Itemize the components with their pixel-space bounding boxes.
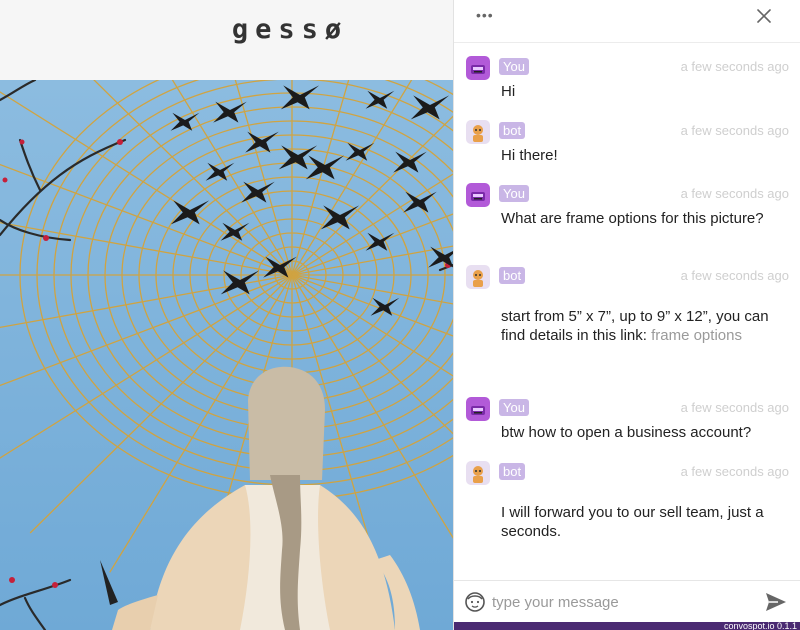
bot-avatar-icon — [466, 120, 490, 144]
sender-badge: bot — [499, 122, 526, 139]
sender-badge: bot — [499, 463, 526, 480]
bot-avatar-icon — [466, 265, 490, 289]
message-timestamp: a few seconds ago — [680, 268, 789, 283]
message-composer — [454, 580, 800, 622]
message-timestamp: a few seconds ago — [680, 464, 789, 479]
chat-panel: ••• You a few seconds ago Hi bot a few s… — [453, 0, 800, 630]
message-text: btw how to open a business account? — [501, 424, 752, 441]
close-icon[interactable] — [752, 4, 776, 28]
message-text: What are frame options for this picture? — [501, 210, 764, 227]
message-text: Hi — [501, 83, 516, 100]
user-avatar-icon — [466, 183, 490, 207]
emoji-icon[interactable] — [464, 591, 486, 613]
message-timestamp: a few seconds ago — [680, 59, 789, 74]
site-header: gessø — [0, 0, 453, 80]
message-list[interactable]: You a few seconds ago Hi bot a few secon… — [454, 44, 800, 580]
frame-options-link[interactable]: frame options — [651, 327, 742, 344]
send-icon[interactable] — [764, 590, 788, 614]
message-timestamp: a few seconds ago — [680, 123, 789, 138]
more-options-button[interactable]: ••• — [476, 4, 506, 26]
bot-avatar-icon — [466, 461, 490, 485]
chat-topbar: ••• — [454, 0, 800, 43]
sender-badge: bot — [499, 267, 526, 284]
message-text: start from 5” x 7”, up to 9” x 12”, you … — [501, 307, 786, 345]
artwork-image — [0, 80, 453, 630]
message-timestamp: a few seconds ago — [680, 186, 789, 201]
message-text: I will forward you to our sell team, jus… — [501, 504, 764, 540]
sender-badge: You — [499, 399, 529, 416]
message-input[interactable] — [492, 589, 752, 615]
powered-by-footer[interactable]: convospot.io 0.1.1 — [454, 622, 800, 630]
user-avatar-icon — [466, 56, 490, 80]
sender-badge: You — [499, 185, 529, 202]
sender-badge: You — [499, 58, 529, 75]
user-avatar-icon — [466, 397, 490, 421]
message-timestamp: a few seconds ago — [680, 400, 789, 415]
message-text: Hi there! — [501, 147, 558, 164]
